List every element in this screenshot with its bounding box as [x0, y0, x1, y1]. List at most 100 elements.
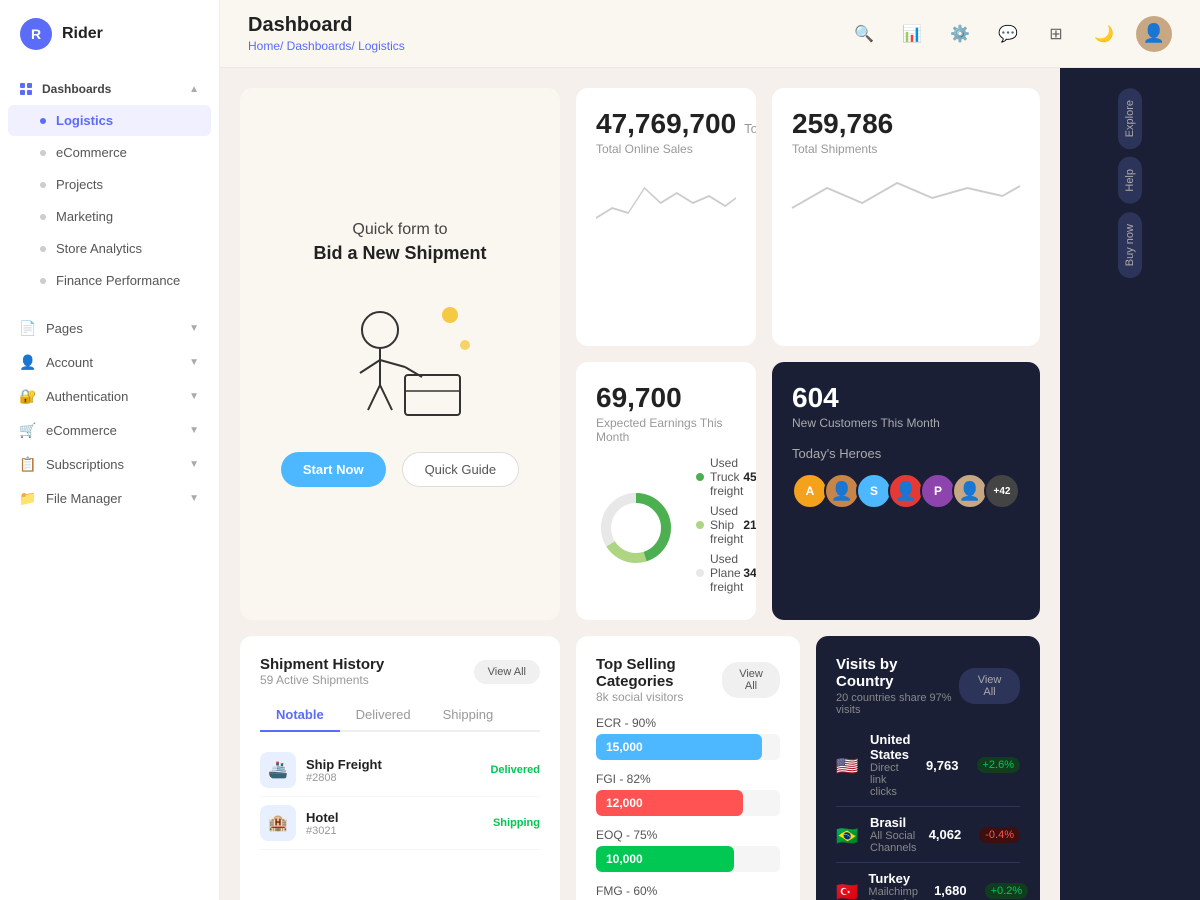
start-now-button[interactable]: Start Now — [281, 452, 386, 487]
quick-form-title: Bid a New Shipment — [313, 243, 486, 264]
countries-title: Visits by Country — [836, 656, 959, 690]
heroes-label: Today's Heroes — [792, 446, 1020, 461]
total-shipments-label: Total Shipments — [792, 142, 1020, 156]
hero-avatar-more: +42 — [984, 473, 1020, 509]
sidebar-item-marketing[interactable]: Marketing — [8, 201, 211, 232]
total-shipments-value: 259,786 — [792, 108, 1020, 140]
ship-status-2: Shipping — [493, 817, 540, 829]
logo-icon: R — [20, 18, 52, 50]
hero-avatar-a: A — [792, 473, 828, 509]
content-area: Quick form to Bid a New Shipment — [220, 68, 1200, 900]
breadcrumb: Home/ Dashboards/ Logistics — [248, 39, 405, 53]
hero-avatar-2: 👤 — [824, 473, 860, 509]
total-sales-chart — [596, 168, 736, 228]
sidebar-item-file-manager[interactable]: 📁 File Manager ▼ — [0, 481, 219, 515]
shipment-title: Shipment History — [260, 656, 384, 673]
countries-card: Visits by Country 20 countries share 97%… — [816, 636, 1040, 900]
auth-chevron: ▼ — [189, 391, 199, 402]
bar-fgi: FGI - 82% 12,000 — [596, 772, 780, 816]
dashboards-section: Dashboards ▲ Logistics eCommerce Project… — [0, 68, 219, 311]
sidebar-item-account[interactable]: 👤 Account ▼ — [0, 345, 219, 379]
hero-avatar-4: 👤 — [888, 473, 924, 509]
bar-ecr: ECR - 90% 15,000 — [596, 716, 780, 760]
shipment-item-2: 🏨 Hotel #3021 Shipping — [260, 797, 540, 850]
hero-avatar-6: 👤 — [952, 473, 988, 509]
badge-br: -0.4% — [979, 827, 1020, 843]
account-chevron: ▼ — [189, 357, 199, 368]
dot — [40, 246, 46, 252]
truck-dot — [696, 473, 704, 481]
categories-view-all-button[interactable]: View All — [722, 662, 780, 698]
theme-toggle[interactable]: 🌙 — [1088, 18, 1120, 50]
shipments-chart — [792, 168, 1020, 228]
customers-value: 604 — [792, 382, 1020, 414]
hero-avatar-s: S — [856, 473, 892, 509]
total-sales-unit: Tons — [744, 121, 756, 136]
explore-button[interactable]: Explore — [1118, 88, 1142, 149]
settings-icon[interactable]: ⚙️ — [944, 18, 976, 50]
dashboards-group-header[interactable]: Dashboards ▲ — [0, 74, 219, 104]
ship-name-2: Hotel — [306, 810, 483, 825]
earnings-card: 69,700 Expected Earnings This Month — [576, 362, 756, 620]
header-right: 🔍 📊 ⚙️ 💬 ⊞ 🌙 👤 — [848, 16, 1172, 52]
freight-plane: Used Plane freight 34% — [696, 552, 756, 594]
sidebar-item-finance[interactable]: Finance Performance — [8, 265, 211, 296]
shipment-view-all-button[interactable]: View All — [474, 660, 540, 684]
shipment-item-1: 🚢 Ship Freight #2808 Delivered — [260, 744, 540, 797]
customers-label: New Customers This Month — [792, 416, 1020, 430]
dashboards-items: Logistics eCommerce Projects Marketing S… — [0, 105, 219, 305]
country-us: 🇺🇸 United States Direct link clicks 9,76… — [836, 724, 1020, 807]
ship-name-1: Ship Freight — [306, 757, 480, 772]
tab-delivered[interactable]: Delivered — [340, 699, 427, 730]
countries-view-all-button[interactable]: View All — [959, 668, 1020, 704]
ship-icon-1: 🚢 — [260, 752, 296, 788]
categories-bars: ECR - 90% 15,000 FGI - 82% 12,000 — [596, 716, 780, 900]
ship-id-1: #2808 — [306, 772, 480, 784]
bottom-row: Shipment History 59 Active Shipments Vie… — [240, 636, 1040, 900]
subscriptions-icon: 📋 — [20, 456, 36, 472]
subscriptions-chevron: ▼ — [189, 459, 199, 470]
sidebar-item-subscriptions[interactable]: 📋 Subscriptions ▼ — [0, 447, 219, 481]
freight-ship: Used Ship freight 21% — [696, 504, 756, 546]
earnings-value: 69,700 — [596, 382, 736, 414]
logo[interactable]: R Rider — [0, 0, 219, 68]
countries-list: 🇺🇸 United States Direct link clicks 9,76… — [836, 724, 1020, 900]
chart-icon[interactable]: 📊 — [896, 18, 928, 50]
bar-fill-fgi: 12,000 — [596, 790, 743, 816]
pages-chevron: ▼ — [189, 323, 199, 334]
customers-heroes-card: 604 New Customers This Month Today's Her… — [772, 362, 1040, 620]
quick-form-buttons: Start Now Quick Guide — [281, 452, 519, 487]
sidebar-item-ecommerce[interactable]: eCommerce — [8, 137, 211, 168]
sidebar-item-projects[interactable]: Projects — [8, 169, 211, 200]
bar-fill-ecr: 15,000 — [596, 734, 762, 760]
tab-notable[interactable]: Notable — [260, 699, 340, 732]
quick-guide-button[interactable]: Quick Guide — [402, 452, 520, 487]
bar-fmg: FMG - 60% 8,000 — [596, 884, 780, 900]
sidebar-item-ecommerce-main[interactable]: 🛒 eCommerce ▼ — [0, 413, 219, 447]
user-avatar[interactable]: 👤 — [1136, 16, 1172, 52]
buy-now-button[interactable]: Buy now — [1118, 212, 1142, 278]
account-icon: 👤 — [20, 354, 36, 370]
dot — [40, 214, 46, 220]
search-icon[interactable]: 🔍 — [848, 18, 880, 50]
tab-shipping[interactable]: Shipping — [427, 699, 510, 730]
grid-icon[interactable]: ⊞ — [1040, 18, 1072, 50]
sidebar-item-authentication[interactable]: 🔐 Authentication ▼ — [0, 379, 219, 413]
categories-subtitle: 8k social visitors — [596, 690, 722, 704]
main-area: Dashboard Home/ Dashboards/ Logistics 🔍 … — [220, 0, 1200, 900]
total-sales-value: 47,769,700 — [596, 108, 736, 140]
ship-id-2: #3021 — [306, 825, 483, 837]
help-button[interactable]: Help — [1118, 157, 1142, 204]
sidebar-item-pages[interactable]: 📄 Pages ▼ — [0, 311, 219, 345]
sidebar-item-store-analytics[interactable]: Store Analytics — [8, 233, 211, 264]
badge-us: +2.6% — [977, 757, 1021, 773]
chat-icon[interactable]: 💬 — [992, 18, 1024, 50]
sidebar-item-logistics[interactable]: Logistics — [8, 105, 211, 136]
header: Dashboard Home/ Dashboards/ Logistics 🔍 … — [220, 0, 1200, 68]
illustration-svg — [310, 295, 490, 425]
hero-avatar-p: P — [920, 473, 956, 509]
dashboard-grid: Quick form to Bid a New Shipment — [220, 68, 1060, 900]
header-left: Dashboard Home/ Dashboards/ Logistics — [248, 14, 405, 53]
categories-title: Top Selling Categories — [596, 656, 722, 690]
country-tr: 🇹🇷 Turkey Mailchimp Campaigns 1,680 +0.2… — [836, 863, 1020, 900]
